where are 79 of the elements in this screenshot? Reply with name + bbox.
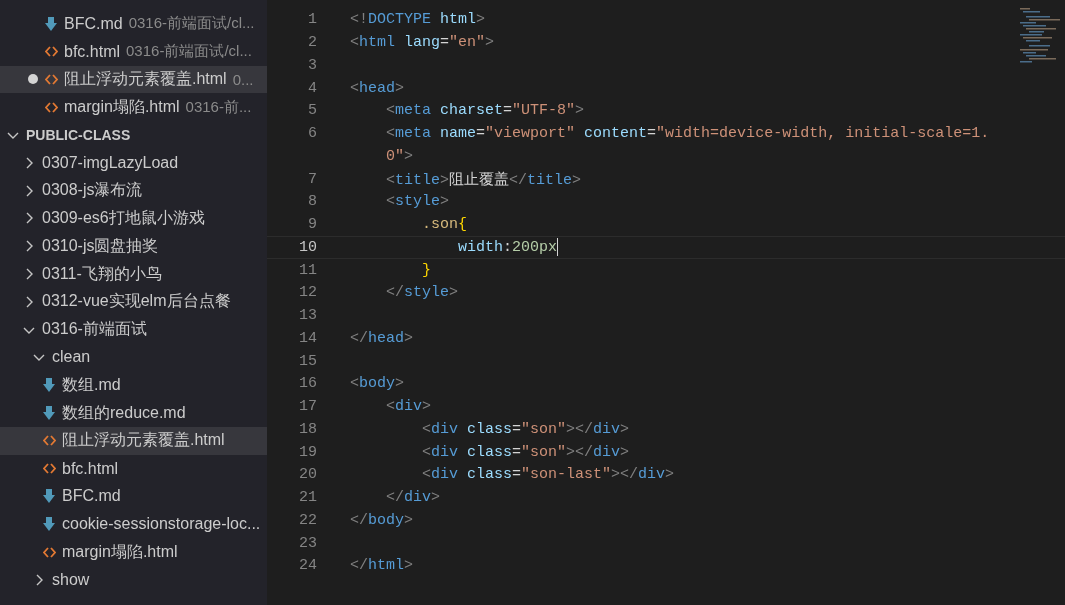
code-line: } (421, 261, 431, 279)
download-arrow-icon (43, 406, 55, 421)
download-arrow-icon (43, 489, 55, 504)
open-editor-item[interactable]: 阻止浮动元素覆盖.html 0... (0, 65, 267, 94)
download-arrow-icon (43, 517, 55, 532)
code-line: <html lang="en"> (350, 34, 495, 52)
line-number: 8 (307, 193, 317, 211)
code-brackets-icon (42, 463, 56, 475)
line-number: 20 (298, 466, 317, 484)
file-item[interactable]: 数组.md (0, 371, 267, 400)
code-brackets-icon (42, 546, 56, 558)
line-number: 19 (298, 443, 317, 461)
line-number: 5 (307, 102, 317, 120)
code-brackets-icon (44, 101, 58, 113)
open-editor-item[interactable]: BFC.md 0316-前端面试/cl... (0, 10, 267, 38)
code-line: <body> (350, 375, 405, 393)
folder-item[interactable]: show (0, 565, 267, 594)
code-brackets-icon (44, 46, 58, 58)
open-editor-item[interactable]: margin塌陷.html 0316-前... (0, 93, 267, 122)
line-number: 15 (298, 352, 317, 370)
code-line: <title>阻止覆盖</title> (385, 170, 582, 189)
line-number: 12 (298, 284, 317, 302)
folder-item[interactable]: 0309-es6打地鼠小游戏 (0, 204, 267, 233)
line-number: 16 (298, 375, 317, 393)
line-number: 9 (307, 216, 317, 234)
folder-item[interactable]: clean (0, 343, 267, 372)
file-item[interactable]: 数组的reduce.md (0, 399, 267, 427)
line-number: 3 (307, 56, 317, 74)
folder-item[interactable]: 0308-js瀑布流 (0, 176, 267, 205)
code-line: <div> (385, 398, 432, 416)
open-editor-item[interactable]: bfc.html 0316-前端面试/cl... (0, 37, 267, 66)
line-number: 1 (307, 11, 317, 29)
file-item[interactable]: margin塌陷.html (0, 538, 267, 566)
line-number: 11 (298, 261, 317, 279)
code-line: <style> (385, 193, 450, 211)
line-number: 10 (298, 238, 317, 256)
minimap-drawing[interactable] (1020, 8, 1060, 63)
file-item[interactable]: BFC.md (0, 482, 267, 511)
code-brackets-icon (44, 74, 58, 85)
folder-item[interactable]: 0311-飞翔的小鸟 (0, 260, 267, 288)
code-line: <div class="son"></div> (421, 443, 630, 461)
code-line: <head> (350, 79, 405, 97)
line-number: 21 (298, 489, 317, 507)
file-item[interactable]: 阻止浮动元素覆盖.html (0, 426, 267, 455)
line-number: 24 (298, 557, 317, 575)
line-number: 18 (298, 420, 317, 438)
code-line: 0"> (385, 147, 414, 165)
code-line: </head> (350, 329, 414, 347)
line-number: 23 (298, 534, 317, 552)
code-line: </div> (385, 489, 441, 507)
code-line: </style> (385, 284, 459, 302)
code-line: <div class="son-last"></div> (421, 466, 675, 484)
folder-item[interactable]: 0310-js圆盘抽奖 (0, 232, 267, 261)
code-line: <div class="son"></div> (421, 420, 630, 438)
folder-item[interactable]: 0316-前端面试 (0, 315, 267, 344)
line-number: 13 (298, 307, 317, 325)
code-line: </body> (350, 511, 414, 529)
code-line: </html> (350, 557, 414, 575)
download-arrow-icon (43, 378, 55, 393)
line-number: 4 (307, 79, 317, 97)
line-number: 17 (298, 398, 317, 416)
code-line: <!DOCTYPE html> (350, 11, 486, 29)
line-number: 14 (298, 329, 317, 347)
code-line: <meta charset="UTF-8"> (385, 102, 585, 120)
code-line: .son{ (421, 216, 468, 234)
line-number: 22 (298, 511, 317, 529)
code-line: <meta name="viewport" content="width=device-width, initial-scale=1. (385, 125, 990, 143)
code-line: width:200px (457, 238, 559, 257)
file-item[interactable]: cookie-sessionstorage-loc... (0, 510, 267, 539)
folder-item[interactable]: 0307-imgLazyLoad (0, 149, 267, 177)
text-cursor (557, 238, 559, 257)
section-header[interactable]: PUBLIC-CLASS (0, 121, 267, 149)
code-brackets-icon (42, 435, 56, 447)
line-number: 6 (307, 125, 317, 143)
line-number: 2 (307, 34, 317, 52)
line-number: 7 (307, 170, 317, 188)
folder-item[interactable]: 0312-vue实现elm后台点餐 (0, 287, 267, 316)
download-arrow-icon (45, 16, 57, 31)
file-item[interactable]: bfc.html (0, 454, 267, 483)
